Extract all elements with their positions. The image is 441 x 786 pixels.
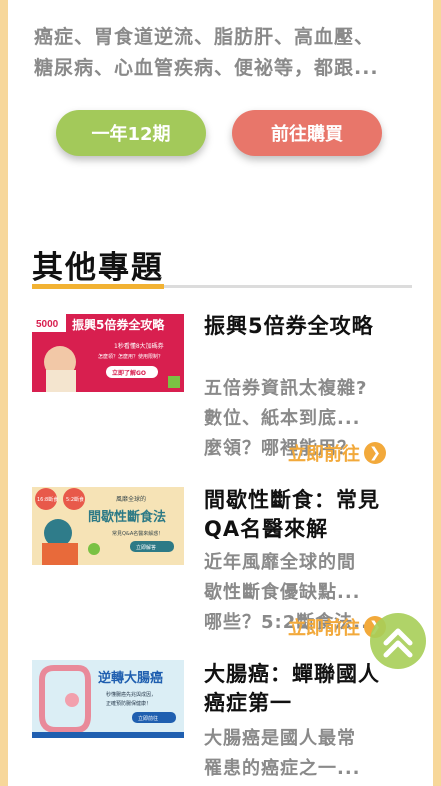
item-thumbnail[interactable]: 16:8斷食 5:2斷食 風靡全球的 間歇性斷食法 常見Q&A名醫來解惑！ 立即… [32,487,184,565]
item-desc-line-1: 近年風靡全球的間 [204,552,356,573]
item-description: 大腸癌是國人最常 罹患的癌症之一... [204,724,399,784]
item-title[interactable]: 振興5倍券全攻略 [204,312,399,341]
colon-cancer-banner-image: 逆轉大腸癌 秒懂腸癌先兆與成因， 正確預防腸保健康！ 立即前往 [32,660,184,738]
thumb-heading: 間歇性斷食法 [88,509,166,525]
item-desc-line-2: 罹患的癌症之一... [204,758,361,779]
section-divider-accent [32,284,164,289]
voucher-banner-image: 5000 振興5倍券全攻略 1秒看懂8大加碼券 怎麼領？怎麼用？使用限制？ 立即… [32,314,184,392]
fasting-banner-image: 16:8斷食 5:2斷食 風靡全球的 間歇性斷食法 常見Q&A名醫來解惑！ 立即… [32,487,184,565]
more-label[interactable]: 立即前往 [288,440,360,466]
thumb-heading: 逆轉大腸癌 [98,670,163,686]
thumb-heading: 振興5倍券全攻略 [72,317,165,332]
thumb-bubble-2: 5:2斷食 [66,496,84,503]
double-chevron-up-icon[interactable] [370,613,426,669]
thumb-line-1: 常見Q&A名醫來解惑！ [112,530,163,537]
item-desc-line-1: 五倍券資訊太複雜? [204,378,368,399]
thumb-line-1: 秒懂腸癌先兆與成因， [106,691,156,698]
left-edge-stripe [0,0,8,786]
subscribe-button[interactable]: 一年12期 [56,110,206,156]
chevron-right-icon[interactable]: ❯ [364,442,386,464]
thumb-small-text: 風靡全球的 [116,495,146,503]
item-thumbnail[interactable]: 逆轉大腸癌 秒懂腸癌先兆與成因， 正確預防腸保健康！ 立即前往 [32,660,184,738]
item-desc-line-2: 歇性斷食優缺點... [204,582,361,603]
intro-line-2: 糖尿病、心血管疾病、便祕等，都跟... [34,57,379,79]
thumb-badge: 5000 [36,319,59,330]
thumb-cta: 立即前往 [138,715,158,722]
right-edge-stripe [433,0,441,786]
more-label[interactable]: 立即前往 [288,614,360,640]
buy-button[interactable]: 前往購買 [232,110,382,156]
thumb-cta: 立即了解GO [112,369,146,377]
thumb-line-1: 1秒看懂8大加碼券 [114,342,164,350]
item-thumbnail[interactable]: 5000 振興5倍券全攻略 1秒看懂8大加碼券 怎麼領？怎麼用？使用限制？ 立即… [32,314,184,392]
item-more-link[interactable]: 立即前往 ❯ [288,440,386,466]
thumb-line-2: 怎麼領？怎麼用？使用限制？ [98,353,163,360]
back-to-top-button[interactable] [370,613,426,669]
thumb-bubble-1: 16:8斷食 [37,496,58,503]
intro-line-1: 癌症、胃食道逆流、脂肪肝、高血壓、 [34,26,375,48]
item-desc-line-2: 數位、紙本到底... [204,408,361,429]
intro-text: 癌症、胃食道逆流、脂肪肝、高血壓、 糖尿病、心血管疾病、便祕等，都跟... [34,22,404,84]
item-title[interactable]: 間歇性斷食：常見QA名醫來解 [204,486,399,544]
content-panel: 癌症、胃食道逆流、脂肪肝、高血壓、 糖尿病、心血管疾病、便祕等，都跟... 一年… [8,0,433,786]
item-desc-line-1: 大腸癌是國人最常 [204,728,356,749]
thumb-cta: 立即解答 [136,544,156,551]
thumb-line-2: 正確預防腸保健康！ [106,700,151,707]
section-title: 其他專題 [32,250,164,286]
